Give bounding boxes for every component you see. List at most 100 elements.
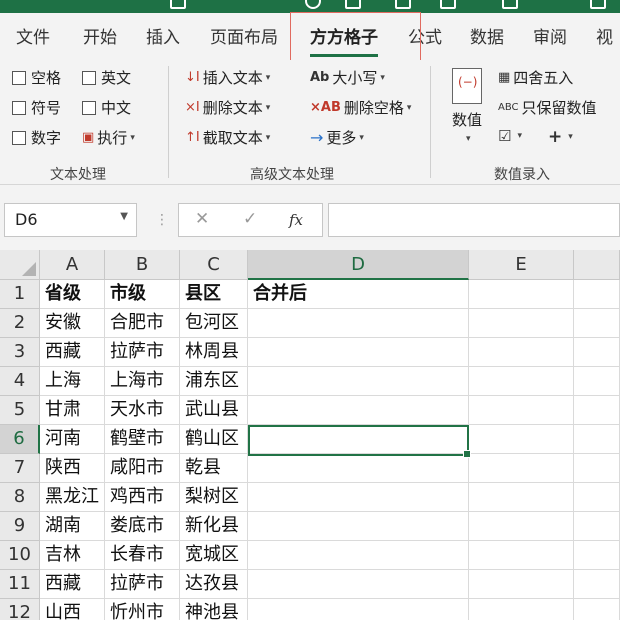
grid-cell[interactable] — [574, 396, 620, 425]
checkbox-symbol[interactable]: 符号 — [12, 97, 61, 118]
select-all-button[interactable] — [0, 250, 40, 280]
plus-dropdown-button[interactable]: + ▾ — [548, 127, 573, 147]
grid-cell[interactable]: 安徽 — [40, 309, 105, 338]
tab-data[interactable]: 数据 — [470, 23, 504, 48]
grid-cell[interactable]: 新化县 — [180, 512, 248, 541]
column-header-a[interactable]: A — [40, 250, 105, 280]
round-button[interactable]: ▦ 四舍五入 — [498, 67, 573, 88]
grid-cell[interactable]: 合肥市 — [105, 309, 180, 338]
grid-cell[interactable]: 武山县 — [180, 396, 248, 425]
row-header[interactable]: 11 — [0, 570, 40, 599]
grid-cell[interactable]: 浦东区 — [180, 367, 248, 396]
tab-view[interactable]: 视 — [596, 23, 613, 48]
grid-cell[interactable] — [469, 338, 574, 367]
keep-number-button[interactable]: ABC 只保留数值 — [498, 97, 597, 118]
grid-cell[interactable]: 上海市 — [105, 367, 180, 396]
tab-review[interactable]: 审阅 — [533, 23, 567, 48]
cancel-icon[interactable]: ✕ — [195, 209, 209, 229]
grid-cell[interactable]: 林周县 — [180, 338, 248, 367]
grid-cell[interactable]: 达孜县 — [180, 570, 248, 599]
grid-cell[interactable] — [574, 541, 620, 570]
tab-fangfang-gezi[interactable]: 方方格子 — [310, 23, 378, 48]
row-header[interactable]: 3 — [0, 338, 40, 367]
grid-cell[interactable]: 梨树区 — [180, 483, 248, 512]
row-header[interactable]: 2 — [0, 309, 40, 338]
grid-cell[interactable] — [574, 570, 620, 599]
grid-cell[interactable] — [469, 425, 574, 454]
grid-cell[interactable] — [248, 570, 469, 599]
grid-cell[interactable]: 宽城区 — [180, 541, 248, 570]
row-header[interactable]: 7 — [0, 454, 40, 483]
grid-cell[interactable] — [469, 367, 574, 396]
row-header[interactable]: 5 — [0, 396, 40, 425]
grid-cell[interactable] — [469, 483, 574, 512]
execute-button[interactable]: ▣ 执行 ▾ — [82, 127, 135, 148]
grid-cell[interactable]: 黑龙江 — [40, 483, 105, 512]
grid-cell[interactable]: 神池县 — [180, 599, 248, 620]
grid-cell[interactable]: 陕西 — [40, 454, 105, 483]
grid-cell[interactable] — [248, 483, 469, 512]
app-icon[interactable] — [590, 0, 606, 9]
grid-cell[interactable] — [469, 280, 574, 309]
grid-cell[interactable] — [574, 454, 620, 483]
grid-cell[interactable]: 西藏 — [40, 338, 105, 367]
grid-cell[interactable]: 包河区 — [180, 309, 248, 338]
grid-cell[interactable]: 省级 — [40, 280, 105, 309]
checkbox-space[interactable]: 空格 — [12, 67, 61, 88]
grid-cell[interactable] — [248, 367, 469, 396]
tab-home[interactable]: 开始 — [83, 23, 117, 48]
grid-cell[interactable]: 山西 — [40, 599, 105, 620]
delete-text-button[interactable]: ×I 删除文本 ▾ — [185, 97, 270, 118]
window-icon[interactable] — [345, 0, 361, 9]
numeric-button-label[interactable]: 数值 — [452, 109, 482, 130]
grid-cell[interactable] — [574, 338, 620, 367]
grid-cell[interactable]: 忻州市 — [105, 599, 180, 620]
tab-page-layout[interactable]: 页面布局 — [210, 23, 278, 48]
row-header[interactable]: 4 — [0, 367, 40, 396]
checkbox-chinese[interactable]: 中文 — [82, 97, 131, 118]
case-button[interactable]: Ab 大小写 ▾ — [310, 67, 385, 88]
tab-formulas[interactable]: 公式 — [408, 23, 442, 48]
grid-cell[interactable]: 县区 — [180, 280, 248, 309]
grid-cell[interactable]: 吉林 — [40, 541, 105, 570]
grid-cell[interactable]: 湖南 — [40, 512, 105, 541]
grid-cell[interactable]: 西藏 — [40, 570, 105, 599]
grid-cell[interactable] — [469, 396, 574, 425]
grid-cell[interactable]: 河南 — [40, 425, 105, 454]
row-header[interactable]: 10 — [0, 541, 40, 570]
insert-function-icon[interactable]: fx — [289, 211, 303, 229]
grid-cell[interactable] — [469, 309, 574, 338]
redo-icon[interactable] — [305, 0, 321, 9]
row-header[interactable]: 8 — [0, 483, 40, 512]
checkbox-english[interactable]: 英文 — [82, 67, 131, 88]
row-header[interactable]: 12 — [0, 599, 40, 620]
grid-cell[interactable] — [469, 512, 574, 541]
grid-cell[interactable]: 市级 — [105, 280, 180, 309]
row-header[interactable]: 9 — [0, 512, 40, 541]
grid-cell[interactable] — [248, 541, 469, 570]
grid-cell[interactable] — [248, 425, 469, 454]
row-header[interactable]: 6 — [0, 425, 40, 454]
grid-cell[interactable] — [469, 570, 574, 599]
grid-cell[interactable] — [574, 367, 620, 396]
edit-dropdown-button[interactable]: ☑ ▾ — [498, 127, 522, 145]
copy-icon[interactable] — [440, 0, 456, 9]
grid-cell[interactable]: 鸡西市 — [105, 483, 180, 512]
grid-cell[interactable]: 鹤山区 — [180, 425, 248, 454]
grid-cell[interactable] — [248, 338, 469, 367]
restore-icon[interactable] — [502, 0, 518, 9]
remove-space-button[interactable]: ×AB 删除空格 ▾ — [310, 97, 411, 118]
grid-cell[interactable]: 拉萨市 — [105, 570, 180, 599]
grid-cell[interactable]: 乾县 — [180, 454, 248, 483]
column-header-c[interactable]: C — [180, 250, 248, 280]
tab-insert[interactable]: 插入 — [146, 23, 180, 48]
print-preview-icon[interactable] — [395, 0, 411, 9]
more-button[interactable]: → 更多 ▾ — [310, 127, 364, 148]
grid-cell[interactable] — [469, 454, 574, 483]
grid-cell[interactable] — [574, 425, 620, 454]
column-header-e[interactable]: E — [469, 250, 574, 280]
grid-cell[interactable] — [248, 396, 469, 425]
grid-cell[interactable]: 合并后 — [248, 280, 469, 309]
extract-text-button[interactable]: ↑I 截取文本 ▾ — [185, 127, 270, 148]
grid-cell[interactable]: 甘肃 — [40, 396, 105, 425]
